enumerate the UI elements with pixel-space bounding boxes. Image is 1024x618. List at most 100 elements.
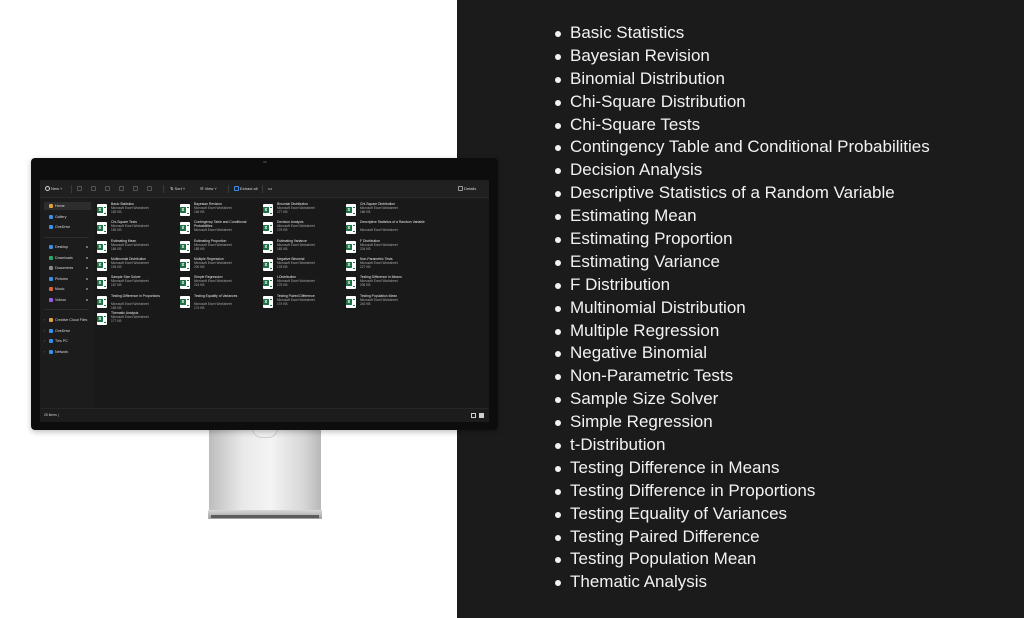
view-button[interactable]: ☰ View ˅ [200,185,217,193]
topic-list: Basic Statistics Bayesian Revision Binomia… [548,22,1008,594]
file-item[interactable]: Thematic AnalysisMicrosoft Excel Workshe… [97,311,179,329]
sidebar-item-pictures[interactable]: Pictures [44,275,91,283]
file-size: 183 KB [111,228,122,233]
file-item[interactable]: Bayesian RevisionMicrosoft Excel Workshe… [180,202,262,220]
excel-file-icon [263,204,273,216]
topic-list-item: Non-Parametric Tests [548,365,1008,388]
sidebar-item-network[interactable]: Network › [44,348,91,356]
sidebar-item-label: Documents [55,266,74,270]
file-item[interactable]: Testing Difference in ProportionsMicroso… [97,294,179,312]
file-item[interactable]: Testing Paired DifferenceMicrosoft Excel… [263,294,345,312]
file-item[interactable]: Chi-Square TestsMicrosoft Excel Workshee… [97,220,179,238]
file-item[interactable]: Simple RegressionMicrosoft Excel Workshe… [180,275,262,293]
file-item[interactable]: Chi-Square DistributionMicrosoft Excel W… [346,202,428,220]
bullet-icon [555,282,561,289]
sidebar-item-onedrive[interactable]: OneDrive [44,223,91,231]
sidebar-item-desktop[interactable]: Desktop [44,243,91,251]
sidebar-item-label: This PC [55,339,68,343]
file-size: 177 KB [277,210,288,215]
cloud-icon [49,225,53,230]
file-item[interactable]: Decision AnalysisMicrosoft Excel Workshe… [263,220,345,238]
file-item[interactable]: Negative BinomialMicrosoft Excel Workshe… [263,257,345,275]
sidebar-item-label: Desktop [55,245,69,249]
rename-icon[interactable] [119,186,124,191]
sidebar-item-downloads[interactable]: Downloads [44,254,91,262]
file-item[interactable]: Binomial DistributionMicrosoft Excel Wor… [263,202,345,220]
sort-button[interactable]: ⇅ Sort ˅ [170,185,185,193]
more-options-button[interactable]: ••• [268,185,272,193]
topic-list-item: Decision Analysis [548,159,1008,182]
monitor-stand-base-edge [211,515,319,518]
tiles-view-icon[interactable] [479,413,484,418]
file-item[interactable]: Testing Difference in MeansMicrosoft Exc… [346,275,428,293]
paste-icon[interactable] [105,186,110,191]
topic-label: Estimating Mean [570,206,697,226]
file-size: 200 KB [194,265,205,270]
chevron-down-icon: ˅ [59,186,63,191]
excel-grid-icon [187,225,189,232]
sidebar-item-label: Videos [55,297,66,302]
file-item[interactable]: Contingency Table and Conditional Probab… [180,220,262,238]
details-view-icon[interactable] [471,413,476,418]
sidebar-item-this-pc[interactable]: This PC › [44,337,91,345]
topic-list-item: Binomial Distribution [548,68,1008,91]
file-item[interactable]: Sample Size SolverMicrosoft Excel Worksh… [97,275,179,293]
sidebar-item-creative-cloud-files[interactable]: Creative Cloud Files › [44,316,91,324]
file-item[interactable]: Descriptive Statistics of a Random Varia… [346,220,428,238]
sidebar-item-label: OneDrive [55,225,71,229]
sidebar-item-documents[interactable]: Documents [44,264,91,272]
topic-label: Simple Regression [570,412,713,432]
file-size: 227 KB [360,265,371,270]
file-size: 174 KB [277,302,288,307]
topic-label: Binomial Distribution [570,68,725,88]
topic-list-item: Sample Size Solver [548,388,1008,411]
sidebar-item-home[interactable]: Home [44,202,91,210]
bullet-icon [555,191,561,198]
gallery-icon [49,214,53,219]
chevron-right-icon[interactable]: › [44,316,45,324]
topic-list-item: Testing Paired Difference [548,526,1008,549]
chevron-right-icon[interactable]: › [44,337,45,345]
file-item[interactable]: Multiple RegressionMicrosoft Excel Works… [180,257,262,275]
file-item[interactable]: Non-Parametric TestsMicrosoft Excel Work… [346,257,428,275]
chevron-right-icon[interactable]: › [44,327,45,335]
share-icon[interactable] [133,186,138,191]
chevron-down-icon: ˅ [181,186,186,191]
sidebar-item-label: Music [55,287,65,291]
file-item[interactable]: Basic StatisticsMicrosoft Excel Workshee… [97,202,179,220]
sidebar-item-videos[interactable]: Videos [44,296,91,304]
file-size: 187 KB [111,283,122,288]
chevron-right-icon[interactable]: › [44,348,45,356]
copy-icon[interactable] [91,186,96,191]
file-item[interactable]: Estimating ProportionMicrosoft Excel Wor… [180,239,262,257]
sidebar-item-onedrive[interactable]: OneDrive › [44,327,91,335]
excel-file-icon [97,313,107,325]
file-item[interactable]: Testing Equality of VariancesMicrosoft E… [180,294,262,312]
sidebar-item-music[interactable]: Music [44,285,91,293]
sidebar-item-gallery[interactable]: Gallery [44,213,91,221]
file-item[interactable]: Estimating MeanMicrosoft Excel Worksheet… [97,239,179,257]
file-item[interactable]: t-DistributionMicrosoft Excel Worksheet1… [263,275,345,293]
file-item[interactable]: F DistributionMicrosoft Excel Worksheet2… [346,239,428,257]
excel-file-icon [263,241,273,253]
file-size: 166 KB [360,210,371,215]
excel-file-icon [180,222,190,234]
bullet-icon [555,53,561,60]
bullet-icon [555,168,561,175]
sidebar-item-label: Downloads [55,255,73,260]
extract-all-button[interactable]: Extract all [234,185,258,193]
excel-grid-icon [187,244,189,251]
details-button[interactable]: Details [458,185,476,193]
file-item[interactable]: Testing Population MeanMicrosoft Excel W… [346,294,428,312]
new-button[interactable]: New ˅ [45,185,62,193]
file-size: 183 KB [111,306,122,311]
cut-icon[interactable] [77,186,82,191]
file-size: 215 KB [194,283,205,288]
bullet-icon [555,557,561,564]
delete-icon[interactable] [147,186,152,191]
file-item[interactable]: Estimating VarianceMicrosoft Excel Works… [263,239,345,257]
file-item[interactable]: Multinomial DistributionMicrosoft Excel … [97,257,179,275]
videos-icon [49,297,53,302]
file-explorer-window: New ˅ ⇅ Sort ˅ ☰ View ˅ Extract all ••• [40,180,489,422]
topic-label: Contingency Table and Conditional Probab… [570,137,930,157]
